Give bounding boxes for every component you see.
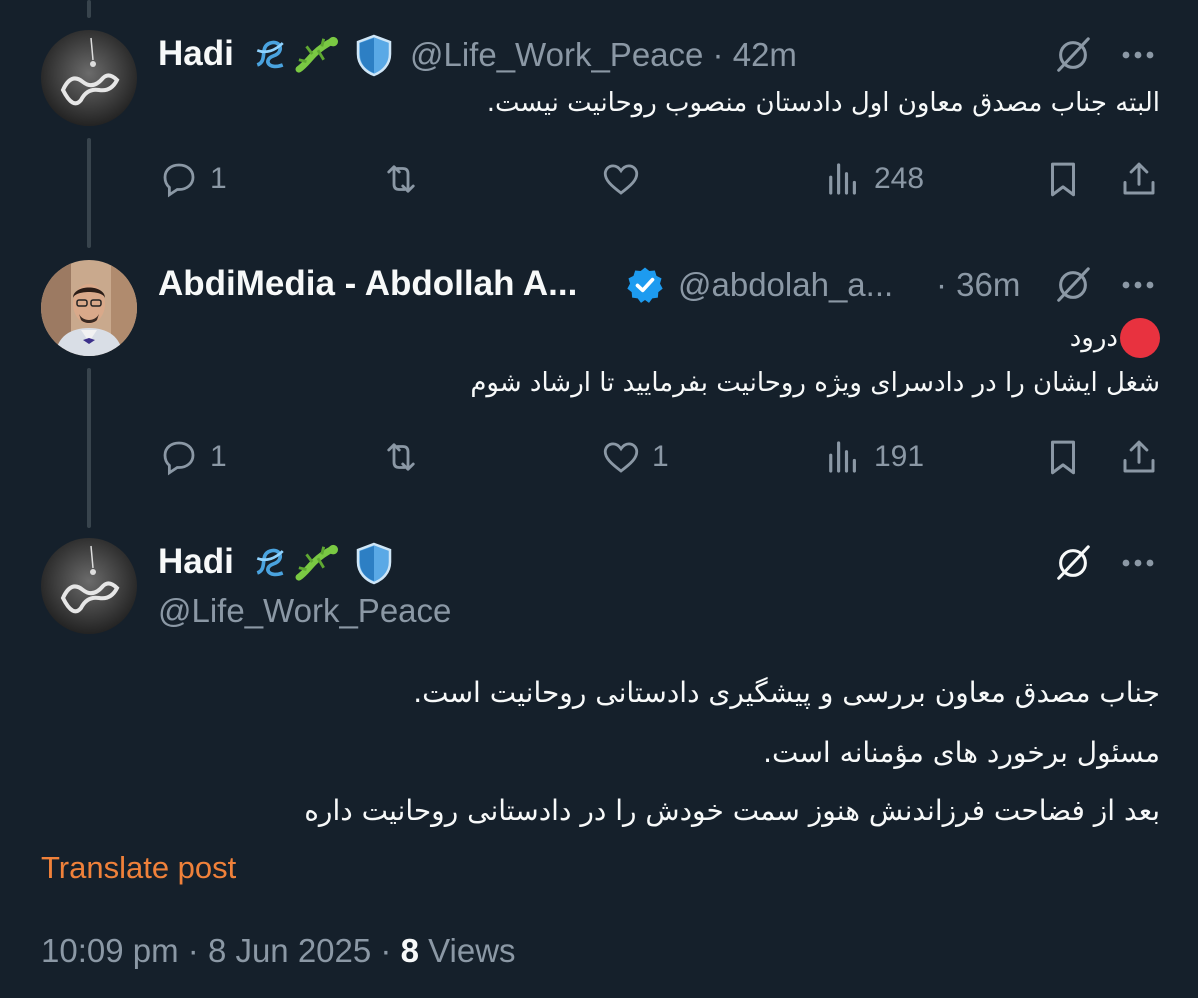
tweet1-handle-text[interactable]: @Life_Work_Peace xyxy=(410,36,703,73)
retweet-icon xyxy=(387,443,415,471)
retweet-icon xyxy=(387,165,415,193)
knot-icon xyxy=(248,32,292,76)
post-time[interactable]: 10:09 pm xyxy=(41,932,179,969)
tweet2-time-group[interactable]: · 36m xyxy=(936,266,1020,304)
bookmark-button[interactable] xyxy=(1042,158,1084,200)
more-icon[interactable] xyxy=(1118,270,1158,300)
views-button[interactable]: 191 xyxy=(822,436,924,478)
tweet2-actions: 1 1 191 xyxy=(0,436,1198,486)
main-line3: بعد از فضاحت فرزاندنش هنوز سمت خودش را د… xyxy=(304,794,1160,827)
tweet2-time[interactable]: 36m xyxy=(956,266,1020,303)
thread-line-top xyxy=(87,0,91,18)
grok-icon[interactable] xyxy=(1052,264,1094,306)
share-icon xyxy=(1123,162,1155,195)
reply-button[interactable]: 1 xyxy=(158,158,227,200)
verified-badge-icon xyxy=(624,264,666,306)
red-circle-icon xyxy=(1120,318,1160,358)
views-label: Views xyxy=(428,932,516,969)
tweet1-name[interactable]: Hadi xyxy=(158,34,234,74)
tweet2-handle[interactable]: @abdolah_a... xyxy=(678,266,893,304)
share-button[interactable] xyxy=(1118,436,1160,478)
grok-icon[interactable] xyxy=(1052,34,1094,76)
shield-icon xyxy=(352,32,396,78)
avatar-hadi-main[interactable] xyxy=(41,538,137,634)
lizard-icon xyxy=(294,32,340,76)
like-button[interactable]: 1 xyxy=(600,436,669,478)
reply-count: 1 xyxy=(210,162,227,195)
tweet2-name[interactable]: AbdiMedia - Abdollah A... xyxy=(158,264,577,304)
tweet1-time[interactable]: 42m xyxy=(733,36,797,73)
reply-icon xyxy=(163,163,195,198)
main-handle[interactable]: @Life_Work_Peace xyxy=(158,592,451,630)
bookmark-button[interactable] xyxy=(1042,436,1084,478)
main-name[interactable]: Hadi xyxy=(158,542,234,582)
retweet-button[interactable] xyxy=(380,436,422,478)
main-line2: مسئول برخورد های مؤمنانه است. xyxy=(763,736,1160,769)
post-date[interactable]: 8 Jun 2025 xyxy=(208,932,371,969)
views-count: 191 xyxy=(874,440,925,473)
tweet1-sep: · xyxy=(712,36,724,73)
tweet1-actions: 1 248 xyxy=(0,158,1198,208)
more-icon[interactable] xyxy=(1118,40,1158,70)
bookmark-icon xyxy=(1051,162,1075,197)
avatar-hadi[interactable] xyxy=(41,30,137,126)
views-icon xyxy=(829,163,856,195)
meta-sep-2: · xyxy=(380,932,392,969)
heart-icon xyxy=(603,164,639,195)
tweet2-line2: شغل ایشان را در دادسرای ویژه روحانیت بفر… xyxy=(470,368,1160,398)
avatar-abdimedia[interactable] xyxy=(41,260,137,356)
views-icon xyxy=(829,441,856,473)
tweet1-handle[interactable]: @Life_Work_Peace · 42m xyxy=(410,36,797,74)
share-icon xyxy=(1123,440,1155,473)
views-button[interactable]: 248 xyxy=(822,158,924,200)
retweet-button[interactable] xyxy=(380,158,422,200)
like-button[interactable] xyxy=(600,158,642,200)
tweet2-sep: · xyxy=(936,266,947,303)
more-icon[interactable] xyxy=(1118,548,1158,578)
views-count: 248 xyxy=(874,162,925,195)
tweet2-greeting: درود xyxy=(1070,318,1160,358)
bookmark-icon xyxy=(1051,440,1075,475)
share-button[interactable] xyxy=(1118,158,1160,200)
tweet1-text: البته جناب مصدق معاون اول دادستان منصوب … xyxy=(486,88,1160,118)
translate-post-link[interactable]: Translate post xyxy=(41,850,236,886)
heart-icon xyxy=(603,442,639,473)
tweet2-line1: درود xyxy=(1069,323,1118,353)
reply-button[interactable]: 1 xyxy=(158,436,227,478)
shield-icon xyxy=(352,540,396,586)
main-line1: جناب مصدق معاون بررسی و پیشگیری دادستانی… xyxy=(413,676,1160,709)
like-count: 1 xyxy=(652,440,669,473)
knot-icon xyxy=(248,540,292,584)
lizard-icon xyxy=(294,540,340,584)
views-number: 8 xyxy=(400,932,419,969)
reply-icon xyxy=(163,441,195,476)
post-meta: 10:09 pm · 8 Jun 2025 · 8 Views xyxy=(41,932,516,970)
meta-sep-1: · xyxy=(187,932,199,969)
grok-icon[interactable] xyxy=(1052,542,1094,584)
reply-count: 1 xyxy=(210,440,227,473)
